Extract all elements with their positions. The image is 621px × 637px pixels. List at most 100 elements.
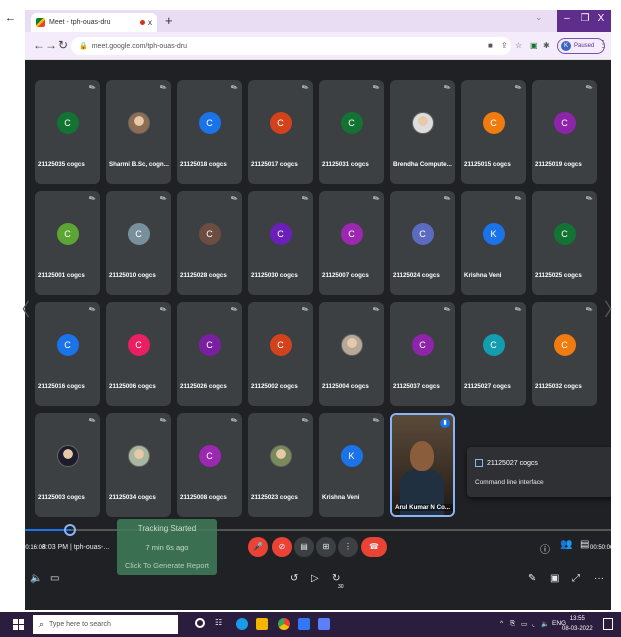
participant-tile[interactable]: ✎ C 21125017 cogcs [248, 80, 313, 184]
forward-30-icon[interactable]: ↻ [332, 573, 340, 584]
taskbar-clock[interactable]: 13:55 08-03-2022 [562, 614, 593, 634]
seek-handle[interactable] [64, 524, 76, 536]
notification-icon[interactable] [603, 618, 613, 630]
participant-tile[interactable]: ✎ 21125034 cogcs [106, 413, 171, 517]
tracking-panel[interactable]: Tracking Started 7 min 6s ago Click To G… [117, 519, 217, 575]
recording-dot-icon [140, 20, 145, 25]
extensions-puzzle-icon[interactable]: ✱ [543, 41, 550, 50]
camera-off-button[interactable]: ⊘ [272, 537, 292, 557]
more-icon[interactable]: ··· [594, 573, 604, 584]
back-arrow-icon[interactable]: ← [5, 12, 16, 24]
participant-tile[interactable]: ✎ C 21125019 cogcs [532, 80, 597, 184]
rewind-icon[interactable]: ↺ [290, 573, 298, 584]
back-icon[interactable]: ← [33, 38, 45, 52]
captions-button[interactable]: ▤ [294, 537, 314, 557]
participant-tile[interactable]: ✎ C 21125016 cogcs [35, 302, 100, 406]
participant-tile[interactable]: ✎ C 21125002 cogcs [248, 302, 313, 406]
edit-pencil-icon[interactable]: ✎ [528, 573, 536, 584]
chat-icon[interactable]: ▤ [580, 539, 589, 550]
participant-tile[interactable]: ✎ C 21125001 cogcs [35, 191, 100, 295]
participant-tile[interactable]: ✎ C 21125035 cogcs [35, 80, 100, 184]
new-tab-button[interactable]: + [165, 13, 173, 29]
tray-chevron-icon[interactable]: ^ [500, 620, 503, 627]
extension-icon[interactable]: ▣ [530, 41, 538, 50]
participant-tile[interactable]: ✎ C 21125030 cogcs [248, 191, 313, 295]
app-icon[interactable] [298, 618, 310, 630]
close-button[interactable]: X [591, 13, 611, 24]
subtitle-icon[interactable]: ▭ [50, 573, 59, 584]
speaker-icon[interactable]: 🔈 [541, 620, 549, 628]
tray-app-icon[interactable]: ⎘ [510, 620, 515, 628]
participant-name: 21125016 cogcs [38, 383, 85, 390]
info-icon[interactable]: ⓘ [540, 541, 550, 556]
participant-tile[interactable]: ✎ C 21125010 cogcs [106, 191, 171, 295]
minimize-button[interactable]: – [557, 13, 577, 24]
volume-icon[interactable]: 🔈 [30, 573, 42, 584]
tab-search-chevron-icon[interactable]: ⌄ [535, 12, 543, 23]
file-explorer-icon[interactable] [256, 618, 268, 630]
play-icon[interactable]: ▷ [311, 573, 319, 584]
menu-kebab-icon[interactable]: ⋮ [598, 39, 608, 50]
participant-tile[interactable]: ✎ C 21125025 cogcs [532, 191, 597, 295]
cortana-icon[interactable] [195, 618, 205, 628]
participant-tile[interactable]: ✎ C 21125006 cogcs [106, 302, 171, 406]
mic-off-button[interactable]: 🎤 [248, 537, 268, 557]
participant-tile[interactable]: ✎ 21125004 cogcs [319, 302, 384, 406]
muted-mic-icon: ✎ [442, 303, 453, 316]
participant-tile[interactable]: ✎ C 21125028 cogcs [177, 191, 242, 295]
participant-popup[interactable]: 21125027 cogcs Command line interface [467, 447, 611, 497]
participant-tile[interactable]: ✎ C 21125024 cogcs [390, 191, 455, 295]
participant-avatar: C [56, 334, 79, 356]
participant-name: Arul Kumar N Co... [395, 504, 453, 511]
store-icon[interactable] [318, 618, 330, 630]
camera-icon[interactable]: ■ [488, 41, 493, 50]
participant-tile[interactable]: ✎ C 21125007 cogcs [319, 191, 384, 295]
tab-close-button[interactable]: x [148, 18, 152, 27]
prev-page-chevron-icon[interactable]: 〈 [12, 296, 30, 322]
participant-tile[interactable]: ✎ Sharmi B.Sc, cogn... [106, 80, 171, 184]
windows-start-icon[interactable] [13, 619, 25, 631]
participant-tile[interactable]: ✎ K Krishna Veni [461, 191, 526, 295]
reload-icon[interactable]: ↻ [58, 38, 68, 52]
popup-subtitle: Command line interface [475, 479, 544, 486]
participant-tile[interactable]: ✎ 21125003 cogcs [35, 413, 100, 517]
muted-mic-icon: ✎ [300, 192, 311, 205]
present-button[interactable]: ⊞ [316, 537, 336, 557]
participant-tile[interactable]: ✎ C 21125015 cogcs [461, 80, 526, 184]
participant-tile[interactable]: ✎ C 21125031 cogcs [319, 80, 384, 184]
muted-mic-icon: ✎ [371, 81, 382, 94]
chrome-icon[interactable] [278, 618, 290, 630]
task-view-icon[interactable]: ☷ [215, 618, 227, 630]
participant-tile[interactable]: ✎ K Krishna Veni [319, 413, 384, 517]
participant-tile[interactable]: ✎ C 21125027 cogcs [461, 302, 526, 406]
fullscreen-icon[interactable]: ⤢ [572, 573, 580, 584]
seek-bar[interactable] [25, 529, 611, 531]
muted-mic-icon: ✎ [158, 414, 169, 427]
wifi-icon[interactable]: ◟ [532, 620, 535, 628]
battery-icon[interactable]: ▭ [521, 620, 527, 628]
participant-tile[interactable]: ✎ 21125023 cogcs [248, 413, 313, 517]
participant-tile[interactable]: ✎ C 21125008 cogcs [177, 413, 242, 517]
participant-tile[interactable]: ✎ C 21125026 cogcs [177, 302, 242, 406]
participant-tile[interactable]: ✎ Brendha Compute... [390, 80, 455, 184]
participant-tile[interactable]: ✎ C 21125018 cogcs [177, 80, 242, 184]
bookmark-star-icon[interactable]: ☆ [515, 41, 522, 50]
miniplayer-icon[interactable]: ▣ [550, 573, 559, 584]
people-icon[interactable]: 👥 [560, 539, 572, 550]
meeting-clock: 8:03 PM [42, 544, 69, 551]
leave-call-button[interactable]: ☎ [361, 537, 387, 557]
profile-status: Paused [574, 43, 595, 49]
participant-tile-active-speaker[interactable]: ▮ Arul Kumar N Co... [390, 413, 455, 517]
address-bar[interactable]: 🔒 meet.google.com/tph-ouas-dru [71, 37, 511, 55]
forward-icon[interactable]: → [45, 38, 57, 52]
participant-tile[interactable]: ✎ C 21125032 cogcs [532, 302, 597, 406]
generate-report-link[interactable]: Click To Generate Report [117, 561, 217, 570]
edge-icon[interactable] [236, 618, 248, 630]
next-page-chevron-icon[interactable]: 〉 [604, 296, 621, 322]
participant-avatar [269, 445, 292, 467]
participant-tile[interactable]: ✎ C 21125037 cogcs [390, 302, 455, 406]
tab-meet[interactable]: Meet - tph-ouas-dru x [31, 13, 157, 32]
taskbar-search-input[interactable]: ⌕ Type here to search [33, 615, 178, 634]
more-options-button[interactable]: ⋮ [338, 537, 358, 557]
share-icon[interactable]: ⇪ [501, 41, 508, 50]
